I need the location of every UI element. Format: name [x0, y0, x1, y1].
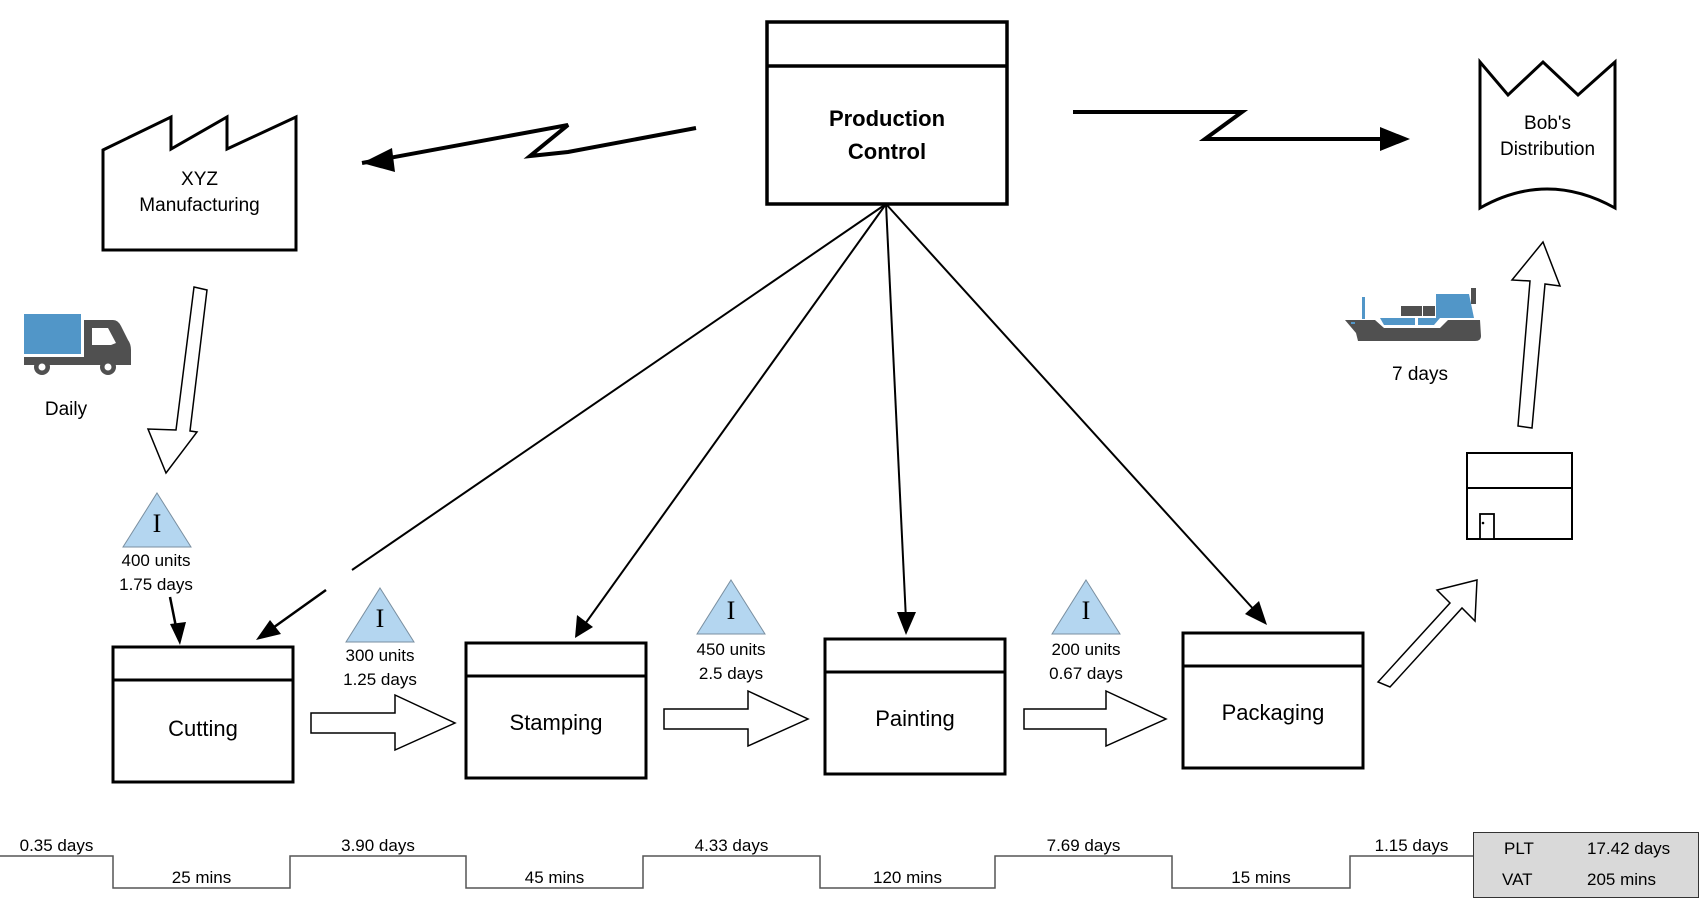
customer-name: Bob's Distribution [1480, 111, 1615, 163]
warehouse-icon[interactable] [1466, 452, 1573, 540]
customer-name-line2: Distribution [1499, 139, 1596, 160]
timeline-process-4: 15 mins [1231, 868, 1291, 887]
schedule-line-packaging [885, 203, 1267, 625]
timeline-process-2: 45 mins [524, 868, 585, 887]
timeline-wait-2: 3.90 days [341, 836, 415, 855]
timeline-wait-1: 0.35 days [19, 836, 94, 855]
ship-duration-label: 7 days [1392, 364, 1448, 385]
inventory-units-3: 450 units [696, 640, 766, 659]
timeline-wait-5: 1.15 days [1374, 836, 1449, 855]
process-name-cutting: Cutting [168, 716, 238, 741]
supplier-name-line2: Manufacturing [139, 195, 260, 216]
lead-time-summary-box: PLT 17.42 days VAT 205 mins [1473, 832, 1699, 898]
timeline-wait-3: 4.33 days [694, 836, 769, 855]
truck-icon [24, 314, 131, 375]
production-control-line2: Control [847, 139, 927, 164]
plt-label: PLT [1504, 839, 1534, 858]
electronic-info-flow-to-customer [1073, 110, 1410, 151]
supplier-name-line1: XYZ [181, 169, 218, 190]
shipment-arrow-outbound [1510, 240, 1562, 429]
inventory-units-2: 300 units [345, 646, 415, 665]
electronic-info-flow-to-supplier [361, 123, 697, 172]
inventory-days-3: 2.5 days [698, 664, 764, 683]
process-name-packaging: Packaging [1221, 700, 1325, 725]
inventory-symbol-4: I [1081, 596, 1091, 625]
process-name-stamping: Stamping [509, 710, 603, 735]
timeline-process-3: 120 mins [873, 868, 942, 887]
inventory-label-3: 450 units 2.5 days [675, 638, 787, 686]
inventory-symbol-2: I [375, 604, 385, 633]
inventory-days-4: 0.67 days [1049, 664, 1123, 683]
timeline-wait-4: 7.69 days [1046, 836, 1121, 855]
inventory-label-1: 400 units 1.75 days [100, 549, 212, 597]
inventory-label-2: 300 units 1.25 days [324, 644, 436, 692]
supplier-name: XYZ Manufacturing [103, 167, 296, 219]
schedule-line-stamping [575, 203, 887, 638]
push-arrow-2 [663, 689, 810, 748]
push-arrow-1 [310, 693, 457, 752]
production-control-line1: Production [828, 106, 946, 131]
inventory-days-2: 1.25 days [343, 670, 417, 689]
inventory-to-cutting-arrow [168, 596, 186, 645]
process-name-painting: Painting [875, 706, 955, 731]
inventory-units-1: 400 units [121, 551, 191, 570]
inventory-units-4: 200 units [1051, 640, 1121, 659]
customer-name-line1: Bob's [1524, 113, 1571, 134]
vat-label: VAT [1502, 870, 1533, 889]
vat-value: 205 mins [1587, 870, 1656, 889]
inventory-symbol-1: I [152, 509, 162, 538]
production-control-label: Production Control [767, 102, 1007, 168]
plt-value: 17.42 days [1587, 839, 1671, 858]
schedule-line-cutting [256, 203, 887, 640]
timeline-process-1: 25 mins [171, 868, 232, 887]
inventory-symbol-3: I [726, 596, 736, 625]
truck-frequency-label: Daily [44, 399, 88, 420]
shipment-arrow-inbound [146, 286, 208, 475]
push-arrow-3 [1023, 689, 1168, 748]
inventory-label-4: 200 units 0.67 days [1030, 638, 1142, 686]
push-arrow-4 [1376, 579, 1478, 688]
ship-icon [1345, 288, 1481, 341]
process-box-cutting[interactable] [111, 645, 295, 784]
inventory-days-1: 1.75 days [119, 575, 193, 594]
schedule-line-painting [885, 203, 916, 635]
